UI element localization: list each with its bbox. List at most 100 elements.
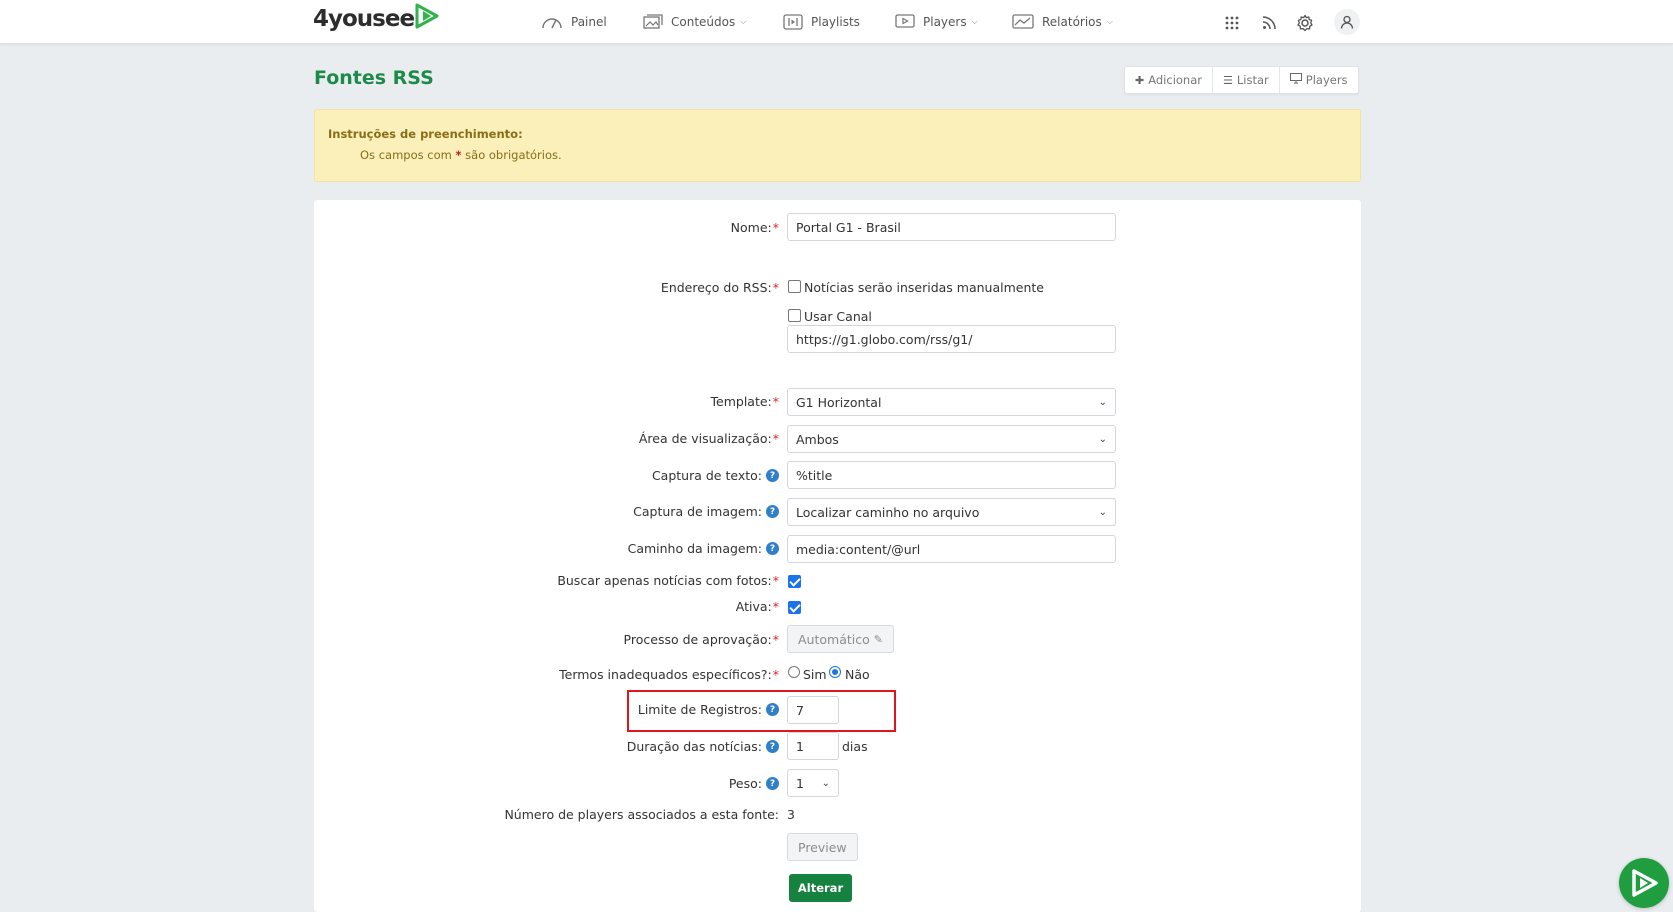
alert-title: Instruções de preenchimento:: [328, 127, 523, 141]
record-limit-input[interactable]: 7: [787, 696, 839, 724]
endereco-label: Endereço do RSS: *: [660, 280, 779, 295]
playlist-icon: [783, 14, 803, 30]
monitor-icon: [1289, 73, 1302, 87]
photos-only-label: Buscar apenas notícias com fotos: *: [557, 573, 779, 588]
use-channel-label: Usar Canal: [804, 309, 872, 324]
terms-no-radio[interactable]: [829, 666, 841, 678]
chart-icon: [1012, 14, 1034, 29]
area-select[interactable]: Ambos ⌄: [787, 425, 1116, 453]
template-value: G1 Horizontal: [796, 394, 882, 410]
terms-label: Termos inadequados específicos?: *: [559, 667, 779, 682]
add-button[interactable]: ✚ Adicionar: [1125, 67, 1213, 93]
nome-label: Nome: *: [730, 220, 779, 235]
rss-url-value: https://g1.globo.com/rss/g1/: [796, 331, 973, 347]
approval-button[interactable]: Automático ✎: [787, 625, 894, 653]
player-icon: [895, 14, 915, 28]
instructions-alert: Instruções de preenchimento: Os campos c…: [314, 109, 1361, 182]
nav-playlists-label: Playlists: [811, 15, 860, 29]
alert-text-after: são obrigatórios.: [461, 148, 562, 162]
image-capture-select[interactable]: Localizar caminho no arquivo ⌄: [787, 498, 1116, 526]
chevron-down-icon: ⌄: [1098, 433, 1107, 445]
preview-button[interactable]: Preview: [787, 833, 858, 861]
template-label: Template: *: [710, 394, 780, 409]
submit-label: Alterar: [797, 881, 844, 895]
rss-url-input[interactable]: https://g1.globo.com/rss/g1/: [787, 325, 1116, 353]
help-icon[interactable]: ?: [766, 542, 779, 555]
text-capture-value: %title: [796, 467, 833, 483]
active-checkbox[interactable]: [788, 601, 801, 614]
list-button[interactable]: ☰ Listar: [1213, 67, 1280, 93]
image-capture-value: Localizar caminho no arquivo: [796, 504, 980, 520]
weight-label: Peso:?: [729, 776, 779, 791]
nome-input[interactable]: Portal G1 - Brasil: [787, 213, 1116, 241]
list-icon: ☰: [1223, 73, 1233, 87]
record-limit-label: Limite de Registros:?: [638, 702, 779, 717]
duration-label: Duração das notícias:?: [627, 739, 779, 754]
brand-logo-text[interactable]: 4yousee: [313, 6, 415, 32]
area-label: Área de visualização: *: [638, 431, 779, 446]
terms-no-label: Não: [845, 667, 870, 682]
template-select[interactable]: G1 Horizontal ⌄: [787, 388, 1116, 416]
text-capture-label: Captura de texto:?: [652, 468, 779, 483]
gauge-icon: [542, 18, 562, 29]
top-navbar: 4yousee Painel Conteúdos ⌵ Playlists Pla…: [0, 0, 1673, 44]
photos-only-checkbox[interactable]: [788, 575, 801, 588]
players-button[interactable]: Players: [1280, 67, 1358, 93]
help-icon[interactable]: ?: [766, 505, 779, 518]
alert-text: Os campos com * são obrigatórios.: [360, 148, 562, 162]
nav-players[interactable]: Players ⌵: [895, 12, 978, 32]
text-capture-input[interactable]: %title: [787, 461, 1116, 489]
manual-news-label: Notícias serão inseridas manualmente: [804, 280, 1044, 295]
duration-value: 1: [796, 738, 804, 754]
chevron-down-icon: ⌄: [1098, 506, 1107, 518]
page-actions: ✚ Adicionar ☰ Listar Players: [1124, 66, 1359, 94]
record-limit-value: 7: [796, 702, 804, 718]
manual-news-checkbox[interactable]: [788, 280, 801, 293]
submit-button[interactable]: Alterar: [789, 874, 852, 902]
apps-grid-icon[interactable]: [1220, 11, 1244, 35]
page-title: Fontes RSS: [314, 67, 434, 89]
user-icon[interactable]: [1334, 9, 1360, 35]
list-button-label: Listar: [1236, 73, 1269, 87]
weight-value: 1: [796, 775, 804, 791]
brand-play-icon: [415, 3, 439, 29]
rss-icon[interactable]: [1257, 11, 1281, 35]
floating-play-button[interactable]: [1619, 858, 1669, 908]
alert-text-before: Os campos com: [360, 148, 456, 162]
area-value: Ambos: [796, 431, 839, 447]
terms-yes-radio[interactable]: [788, 666, 800, 678]
images-icon: [643, 14, 663, 29]
chevron-down-icon: ⌵: [1106, 17, 1113, 26]
edit-icon: ✎: [873, 632, 883, 646]
associated-players-label: Número de players associados a esta font…: [504, 807, 779, 822]
duration-unit: dias: [842, 739, 868, 754]
image-path-value: media:content/@url: [796, 541, 921, 557]
nav-relatorios[interactable]: Relatórios ⌵: [1012, 12, 1113, 32]
image-path-label: Caminho da imagem:?: [628, 541, 779, 556]
add-button-label: Adicionar: [1148, 73, 1202, 87]
nome-value: Portal G1 - Brasil: [796, 219, 901, 235]
help-icon[interactable]: ?: [766, 740, 779, 753]
chevron-down-icon: ⌵: [740, 17, 747, 26]
help-icon[interactable]: ?: [766, 777, 779, 790]
duration-input[interactable]: 1: [787, 732, 839, 760]
image-path-input[interactable]: media:content/@url: [787, 535, 1116, 563]
chevron-down-icon: ⌵: [971, 17, 978, 26]
gear-icon[interactable]: [1293, 11, 1317, 35]
nav-playlists[interactable]: Playlists: [783, 12, 860, 32]
use-channel-checkbox[interactable]: [788, 309, 801, 322]
help-icon[interactable]: ?: [766, 469, 779, 482]
help-icon[interactable]: ?: [766, 703, 779, 716]
nav-players-label: Players: [923, 15, 967, 29]
nav-conteudos-label: Conteúdos: [671, 15, 736, 29]
approval-label: Processo de aprovação: *: [623, 632, 779, 647]
associated-players-value: 3: [787, 807, 795, 822]
players-button-label: Players: [1305, 73, 1348, 87]
nav-conteudos[interactable]: Conteúdos ⌵: [643, 12, 746, 32]
chevron-down-icon: ⌄: [821, 777, 830, 789]
terms-yes-label: Sim: [803, 667, 827, 682]
nav-painel[interactable]: Painel: [541, 12, 607, 32]
chevron-down-icon: ⌄: [1098, 396, 1107, 408]
preview-label: Preview: [798, 839, 847, 855]
weight-select[interactable]: 1 ⌄: [787, 769, 839, 797]
